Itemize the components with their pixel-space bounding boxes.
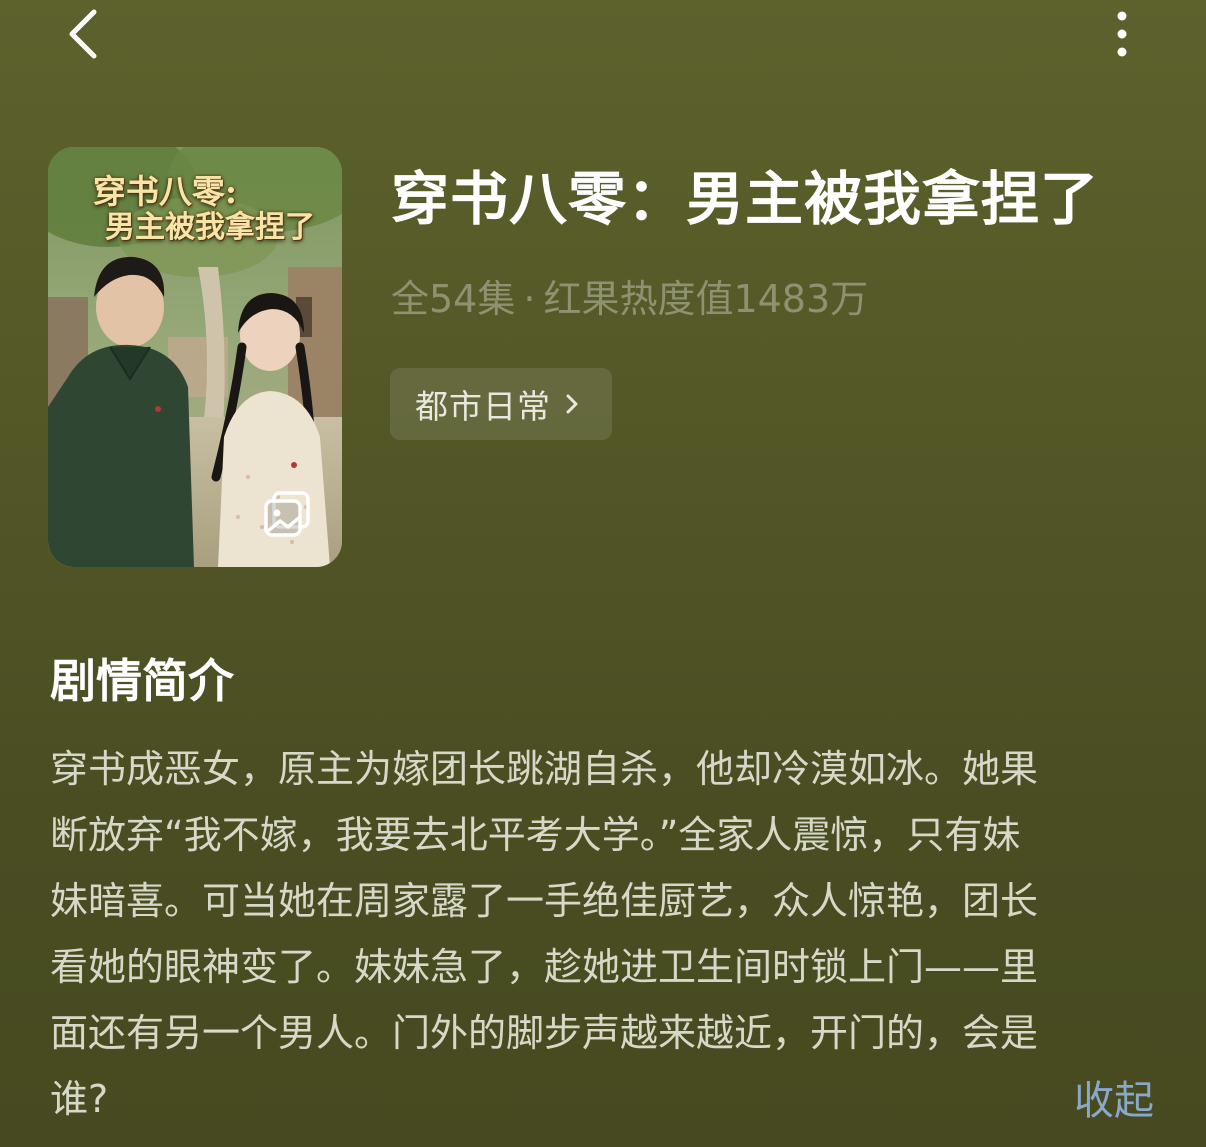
genre-tag-button[interactable]: 都市日常 bbox=[390, 368, 612, 440]
drama-title: 穿书八零：男主被我拿捏了 bbox=[391, 165, 1100, 233]
drama-meta: 全54集 · 红果热度值1483万 bbox=[391, 268, 868, 323]
synopsis-heading: 剧情简介 bbox=[50, 654, 234, 708]
synopsis-line: 面还有另一个男人。门外的脚步声越来越近，开门的，会是 bbox=[50, 1011, 1039, 1055]
poster-title-line2: 男主被我拿捏了 bbox=[105, 209, 315, 245]
image-gallery-icon[interactable] bbox=[262, 489, 314, 541]
synopsis-line: 谁? bbox=[50, 1077, 109, 1121]
synopsis-line: 穿书成恶女，原主为嫁团长跳湖自杀，他却冷漠如冰。她果 bbox=[50, 747, 1039, 791]
synopsis-line: 看她的眼神变了。妹妹急了，趁她进卫生间时锁上门——里 bbox=[50, 945, 1039, 989]
poster-title-line1: 穿书八零: bbox=[92, 172, 238, 211]
back-button[interactable] bbox=[56, 6, 112, 62]
episode-count: 全54集 bbox=[391, 277, 516, 321]
poster-title: 穿书八零: 男主被我拿捏了 bbox=[48, 173, 342, 245]
chevron-left-icon bbox=[69, 9, 97, 59]
more-options-button[interactable] bbox=[1098, 6, 1146, 62]
synopsis-text: 穿书成恶女，原主为嫁团长跳湖自杀，他却冷漠如冰。她果 断放弃“我不嫁，我要去北平… bbox=[50, 736, 1150, 1132]
synopsis-line: 妹暗喜。可当她在周家露了一手绝佳厨艺，众人惊艳，团长 bbox=[50, 879, 1039, 923]
meta-separator: · bbox=[523, 277, 536, 321]
genre-tag-label: 都市日常 bbox=[415, 387, 551, 426]
synopsis-line: 断放弃“我不嫁，我要去北平考大学。”全家人震惊，只有妹 bbox=[50, 813, 1021, 857]
more-vertical-icon bbox=[1117, 11, 1127, 57]
chevron-right-icon bbox=[566, 394, 578, 414]
popularity-value: 红果热度值1483万 bbox=[543, 277, 869, 321]
collapse-button[interactable]: 收起 bbox=[1074, 1068, 1154, 1126]
